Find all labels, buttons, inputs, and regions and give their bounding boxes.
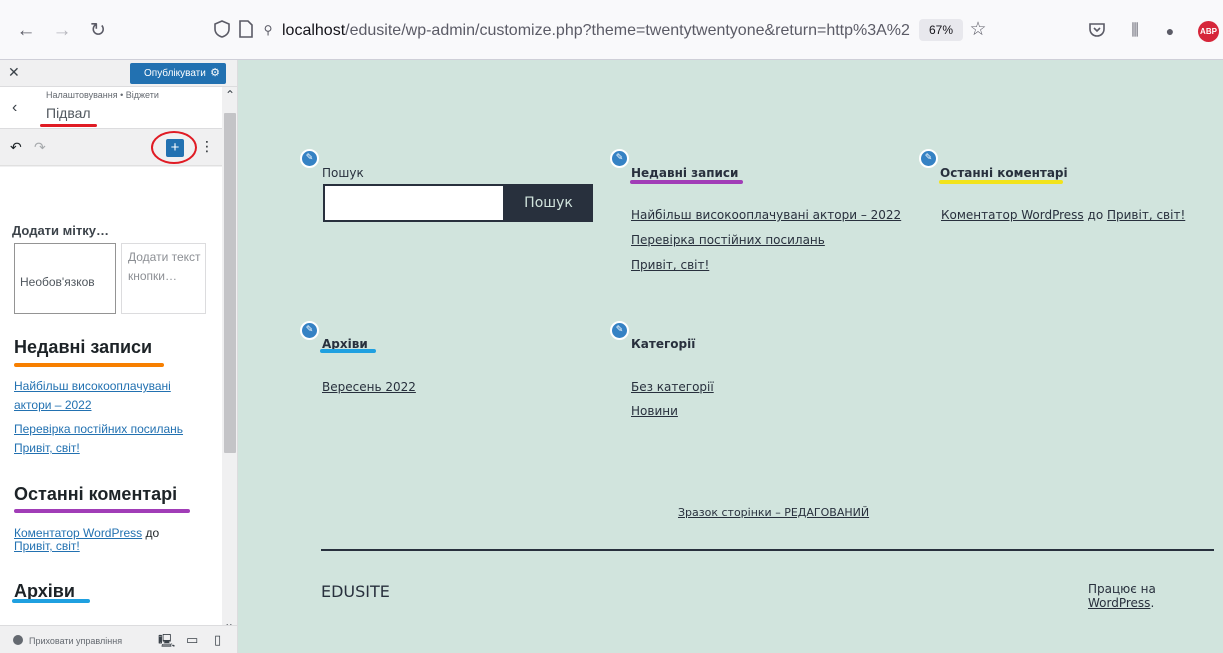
annotation-underline: [14, 363, 164, 367]
recent-posts-heading[interactable]: Недавні записи: [14, 337, 152, 358]
address-bar[interactable]: ⚲ localhost/edusite/wp-admin/customize.p…: [208, 15, 987, 47]
search-input[interactable]: [323, 184, 505, 222]
publish-button[interactable]: Опублікувати ⚙: [130, 63, 226, 84]
annotation-underline: [12, 599, 90, 603]
url-host: localhost: [282, 22, 346, 39]
comment-post-link[interactable]: Привіт, світ!: [14, 539, 80, 553]
mobile-preview-icon[interactable]: ▯: [214, 632, 221, 648]
recent-post-link[interactable]: Найбільш високооплачувані актори – 2022: [631, 208, 901, 222]
more-options-icon[interactable]: ⋮: [200, 138, 214, 155]
recent-comments-title: Останні коментарі: [940, 166, 1068, 180]
annotation-underline: [14, 509, 190, 513]
scrollbar-thumb[interactable]: [224, 113, 236, 453]
recent-post-link[interactable]: Перевірка постійних посилань: [14, 420, 183, 439]
collapse-icon: [13, 635, 23, 645]
site-preview: ✎ Пошук Пошук ✎ Недавні записи Найбільш …: [238, 60, 1223, 653]
annotation-underline: [320, 349, 376, 353]
hide-controls-label: Приховати управління: [29, 636, 123, 646]
customizer-sidebar: ✕ Опублікувати ⚙ ‹ Налаштовування • Відж…: [0, 60, 238, 653]
publish-label: Опублікувати: [144, 68, 206, 79]
browser-toolbar: ← → ↻ ⚲ localhost/edusite/wp-admin/custo…: [0, 0, 1223, 60]
recent-post-link[interactable]: Перевірка постійних посилань: [631, 233, 825, 247]
search-button[interactable]: Пошук: [504, 184, 593, 222]
comment-connector: до: [1087, 208, 1104, 222]
comment-author-link[interactable]: Коментатор WordPress: [14, 526, 142, 540]
hide-controls-button[interactable]: Приховати управління: [13, 635, 122, 646]
reload-icon[interactable]: ↻: [88, 21, 108, 41]
recent-comment: Коментатор WordPress до Привіт, світ!: [941, 208, 1185, 222]
extension-icon[interactable]: ●: [1160, 21, 1180, 41]
block-editor-toolbar: ↶ ↷ + ⋮: [0, 130, 222, 166]
category-link[interactable]: Новини: [631, 404, 678, 418]
customizer-header: ✕ Опублікувати ⚙: [0, 60, 237, 87]
gear-icon[interactable]: ⚙: [210, 63, 220, 84]
search-button-text-field[interactable]: Додати текст кнопки…: [121, 243, 206, 314]
categories-title: Категорії: [631, 337, 696, 351]
permissions-icon[interactable]: ⚲: [258, 20, 278, 40]
customizer-footer: Приховати управління 🖳 ▭ ▯: [0, 625, 237, 653]
back-arrow-icon[interactable]: ←: [16, 21, 36, 41]
search-label: Пошук: [322, 166, 364, 180]
add-block-button[interactable]: +: [166, 139, 184, 157]
search-label-field[interactable]: Додати мітку…: [12, 223, 109, 238]
site-name[interactable]: EDUSITE: [321, 582, 390, 601]
recent-post-link[interactable]: Найбільш високооплачувані актори – 2022: [14, 377, 204, 415]
widget-area: Додати мітку… Необов'язков Додати текст …: [0, 167, 222, 625]
edit-pencil-icon[interactable]: ✎: [300, 149, 319, 168]
footer-divider: [321, 549, 1214, 551]
desktop-preview-icon[interactable]: 🖳: [158, 632, 175, 653]
tablet-preview-icon[interactable]: ▭: [186, 632, 198, 648]
breadcrumb: Налаштовування • Віджети: [46, 90, 159, 100]
annotation-underline: [40, 124, 97, 127]
url-text[interactable]: localhost/edusite/wp-admin/customize.php…: [282, 22, 910, 40]
forward-arrow-icon[interactable]: →: [52, 21, 72, 41]
recent-posts-title: Недавні записи: [631, 166, 739, 180]
section-title: Підвал: [46, 105, 91, 121]
url-path: /edusite/wp-admin/customize.php?theme=tw…: [345, 22, 910, 39]
redo-icon[interactable]: ↷: [34, 139, 46, 156]
recent-comments-heading[interactable]: Останні коментарі: [14, 484, 177, 505]
page-icon[interactable]: [236, 20, 256, 40]
comment-post-link[interactable]: Привіт, світ!: [1107, 208, 1185, 222]
search-input-placeholder[interactable]: Необов'язков: [14, 243, 116, 314]
adblock-icon[interactable]: ABP: [1198, 21, 1219, 42]
bookmark-star-icon[interactable]: ☆: [968, 20, 988, 40]
scroll-up-icon[interactable]: ⌃: [225, 88, 235, 102]
annotation-underline: [630, 180, 743, 184]
edit-pencil-icon[interactable]: ✎: [919, 149, 938, 168]
recent-post-link[interactable]: Привіт, світ!: [631, 258, 709, 272]
recent-comment: Коментатор WordPress до Привіт, світ!: [14, 527, 209, 553]
powered-by: Працює на WordPress.: [1088, 582, 1223, 610]
archive-link[interactable]: Вересень 2022: [322, 380, 416, 394]
category-link[interactable]: Без категорії: [631, 380, 714, 394]
edit-pencil-icon[interactable]: ✎: [610, 149, 629, 168]
close-icon[interactable]: ✕: [8, 64, 20, 81]
annotation-underline: [939, 180, 1063, 184]
pocket-icon[interactable]: [1087, 21, 1107, 41]
recent-post-link[interactable]: Привіт, світ!: [14, 439, 80, 458]
shield-icon[interactable]: [212, 20, 232, 40]
library-icon[interactable]: ⫼: [1125, 21, 1145, 41]
edit-pencil-icon[interactable]: ✎: [610, 321, 629, 340]
powered-suffix: .: [1150, 596, 1155, 610]
comment-author-link[interactable]: Коментатор WordPress: [941, 208, 1084, 222]
comment-connector: до: [145, 526, 160, 540]
back-chevron-icon[interactable]: ‹: [12, 99, 17, 117]
wordpress-link[interactable]: WordPress: [1088, 596, 1150, 610]
zoom-level-badge[interactable]: 67%: [919, 19, 963, 41]
undo-icon[interactable]: ↶: [10, 139, 22, 156]
section-header: ‹ Налаштовування • Віджети Підвал: [0, 87, 222, 129]
powered-prefix: Працює на: [1088, 582, 1156, 596]
footer-page-link[interactable]: Зразок сторінки – РЕДАГОВАНИЙ: [678, 506, 869, 519]
edit-pencil-icon[interactable]: ✎: [300, 321, 319, 340]
